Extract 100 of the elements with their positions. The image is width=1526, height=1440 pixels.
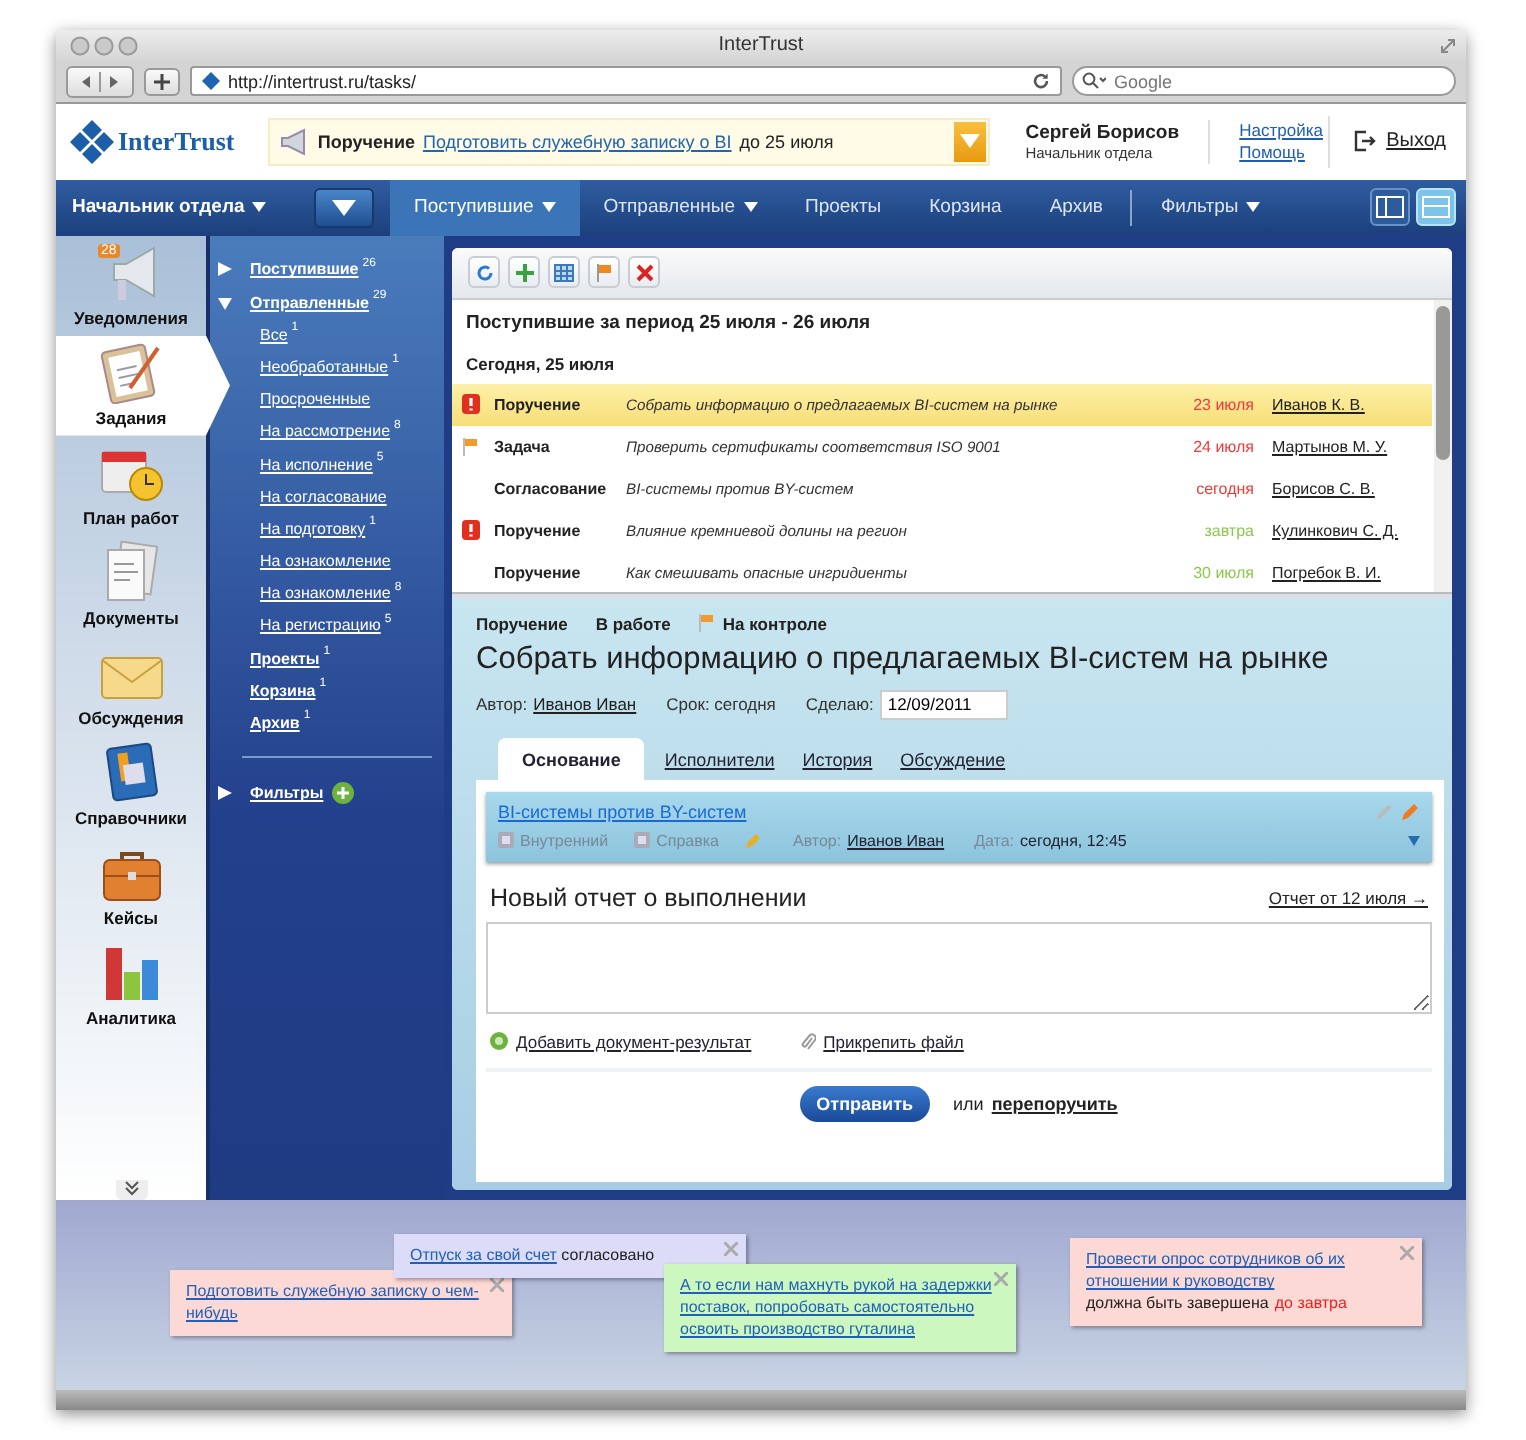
module-tab[interactable]: План работ [56, 435, 206, 536]
add-icon[interactable] [331, 782, 354, 805]
flag-button[interactable] [588, 256, 620, 289]
module-tab[interactable]: Задания [56, 335, 230, 436]
expand-arrow-icon[interactable] [218, 295, 232, 310]
header-link[interactable]: Настройка [1239, 119, 1329, 142]
close-icon[interactable] [1400, 1246, 1414, 1261]
scrollbar-thumb[interactable] [1436, 305, 1450, 460]
user-name: Сергей Борисов [1025, 121, 1182, 144]
search-icon [1082, 72, 1106, 91]
intertrust-logo[interactable]: InterTrust [70, 119, 252, 164]
folder-link[interactable]: На подготовку [260, 519, 366, 538]
calendar-icon [554, 263, 574, 282]
assignee-link[interactable]: Кулинкович С. Д. [1272, 521, 1432, 540]
paperclip-icon[interactable] [799, 1031, 816, 1052]
task-type: Поручение [476, 613, 568, 634]
caret-icon [959, 134, 980, 149]
detail-tab[interactable]: Обсуждение [886, 749, 1020, 780]
detail-tab[interactable]: История [788, 749, 887, 780]
folder-link[interactable]: Просроченные [260, 390, 371, 409]
back-forward-buttons[interactable] [66, 65, 134, 98]
notice-link[interactable]: Подготовить служебную записку о BI [422, 131, 732, 152]
folder-link[interactable]: Архив [250, 714, 300, 732]
notice-type: Поручение [317, 131, 415, 152]
add-button[interactable] [508, 256, 540, 289]
action-link[interactable]: Добавить документ-результат [516, 1031, 752, 1052]
pencil-icon[interactable] [1400, 801, 1420, 822]
detail-tab[interactable]: Основание [498, 737, 645, 780]
author-link[interactable]: Иванов Иван [533, 694, 637, 715]
fullscreen-icon[interactable] [1440, 38, 1456, 54]
module-tab[interactable]: Кейсы [56, 835, 206, 936]
nav-tab[interactable]: Отправленные [579, 179, 781, 236]
report-textarea[interactable] [486, 921, 1432, 1014]
role-menu[interactable]: Начальник отдела [56, 196, 314, 219]
assignee-link[interactable]: Мартынов М. У. [1272, 437, 1432, 456]
expand-button[interactable] [953, 121, 986, 162]
expand-more-button[interactable] [115, 1180, 147, 1201]
task-status: В работе [595, 613, 671, 634]
logout-icon[interactable] [1354, 130, 1377, 153]
folder-link[interactable]: На регистрацию [260, 616, 381, 635]
folder-link[interactable]: Необработанные [260, 357, 389, 376]
expand-arrow-icon[interactable] [218, 786, 232, 801]
close-icon[interactable] [724, 1242, 738, 1257]
folder-link[interactable]: Проекты [250, 649, 320, 668]
author-link[interactable]: Иванов Иван [847, 831, 945, 850]
delete-button[interactable] [628, 256, 660, 289]
action-link[interactable]: Прикрепить файл [823, 1031, 964, 1052]
reload-icon[interactable] [1032, 72, 1050, 91]
folder-link[interactable]: На рассмотрение [260, 422, 391, 441]
view-toggle[interactable] [1370, 188, 1410, 227]
folder-link[interactable]: Поступившие [250, 260, 359, 279]
due-date: 30 июля [1191, 563, 1256, 582]
close-icon[interactable] [490, 1278, 504, 1293]
document-date: сегодня, 12:45 [1020, 831, 1127, 850]
refresh-button[interactable] [468, 256, 500, 289]
detail-tab[interactable]: Исполнители [650, 749, 789, 780]
nav-tab[interactable]: Корзина [905, 179, 1026, 236]
module-tab[interactable]: Обсуждения [56, 635, 206, 736]
assignee-link[interactable]: Погребок В. И. [1272, 563, 1432, 582]
folder-link[interactable]: На ознакомление [260, 584, 391, 603]
folder-link[interactable]: Корзина [250, 681, 316, 700]
module-tab[interactable]: Аналитика [56, 935, 206, 1036]
nav-tab[interactable]: Архив [1025, 179, 1127, 236]
add-tab-button[interactable] [144, 67, 180, 96]
module-tab[interactable]: Справочники [56, 735, 206, 836]
note-link[interactable]: Провести опрос сотрудников об их отношении к руководству [1086, 1248, 1406, 1293]
group-heading: Сегодня, 25 июля [464, 351, 617, 378]
module-tab[interactable]: Документы [56, 535, 206, 636]
nav-tab[interactable]: Поступившие [390, 179, 580, 236]
search-field[interactable]: Google [1072, 66, 1456, 97]
dropdown-button[interactable] [314, 187, 374, 228]
folder-link[interactable]: Все [260, 325, 288, 344]
folder-link[interactable]: Фильтры [250, 784, 324, 803]
nav-tab[interactable]: Проекты [781, 179, 906, 236]
previous-report-link[interactable]: Отчет от 12 июля → [1268, 887, 1428, 908]
splitter-handle[interactable] [452, 591, 1452, 600]
address-field[interactable]: http://intertrust.ru/tasks/ [190, 66, 1062, 97]
logout-link[interactable]: Выход [1386, 130, 1447, 153]
folder-link[interactable]: На ознакомление [260, 552, 391, 571]
close-icon[interactable] [994, 1272, 1008, 1287]
reassign-link[interactable]: перепоручить [991, 1093, 1118, 1114]
checkbox-icon[interactable] [634, 832, 651, 849]
header-link[interactable]: Помощь [1239, 141, 1329, 164]
date-field[interactable]: 12/09/2011 [879, 689, 1008, 720]
assignee-link[interactable]: Борисов С. В. [1272, 479, 1432, 498]
list-title: Поступившие за период 25 июля - 26 июля [464, 309, 873, 338]
expand-arrow-icon[interactable] [218, 262, 232, 277]
due-date: 23 июля [1191, 395, 1256, 414]
folder-link[interactable]: На исполнение [260, 455, 373, 473]
note-link[interactable]: Подготовить служебную записку о чем-нибудь [186, 1280, 496, 1325]
checkbox-icon[interactable] [498, 832, 514, 849]
nav-tab[interactable]: Фильтры [1136, 179, 1285, 236]
note-link[interactable]: А то если нам махнуть рукой на задержки поставок, попробовать самостоятельно освоить производство гуталина [680, 1274, 1000, 1341]
folder-link[interactable]: На согласование [260, 487, 387, 506]
send-button[interactable]: Отправить [800, 1085, 930, 1122]
note-link[interactable]: Отпуск за свой счет [410, 1244, 557, 1267]
assignee-link[interactable]: Иванов К. В. [1272, 395, 1432, 414]
calendar-button[interactable] [548, 256, 580, 289]
caret-icon[interactable] [1408, 835, 1420, 846]
folder-link[interactable]: Отправленные [250, 293, 369, 312]
